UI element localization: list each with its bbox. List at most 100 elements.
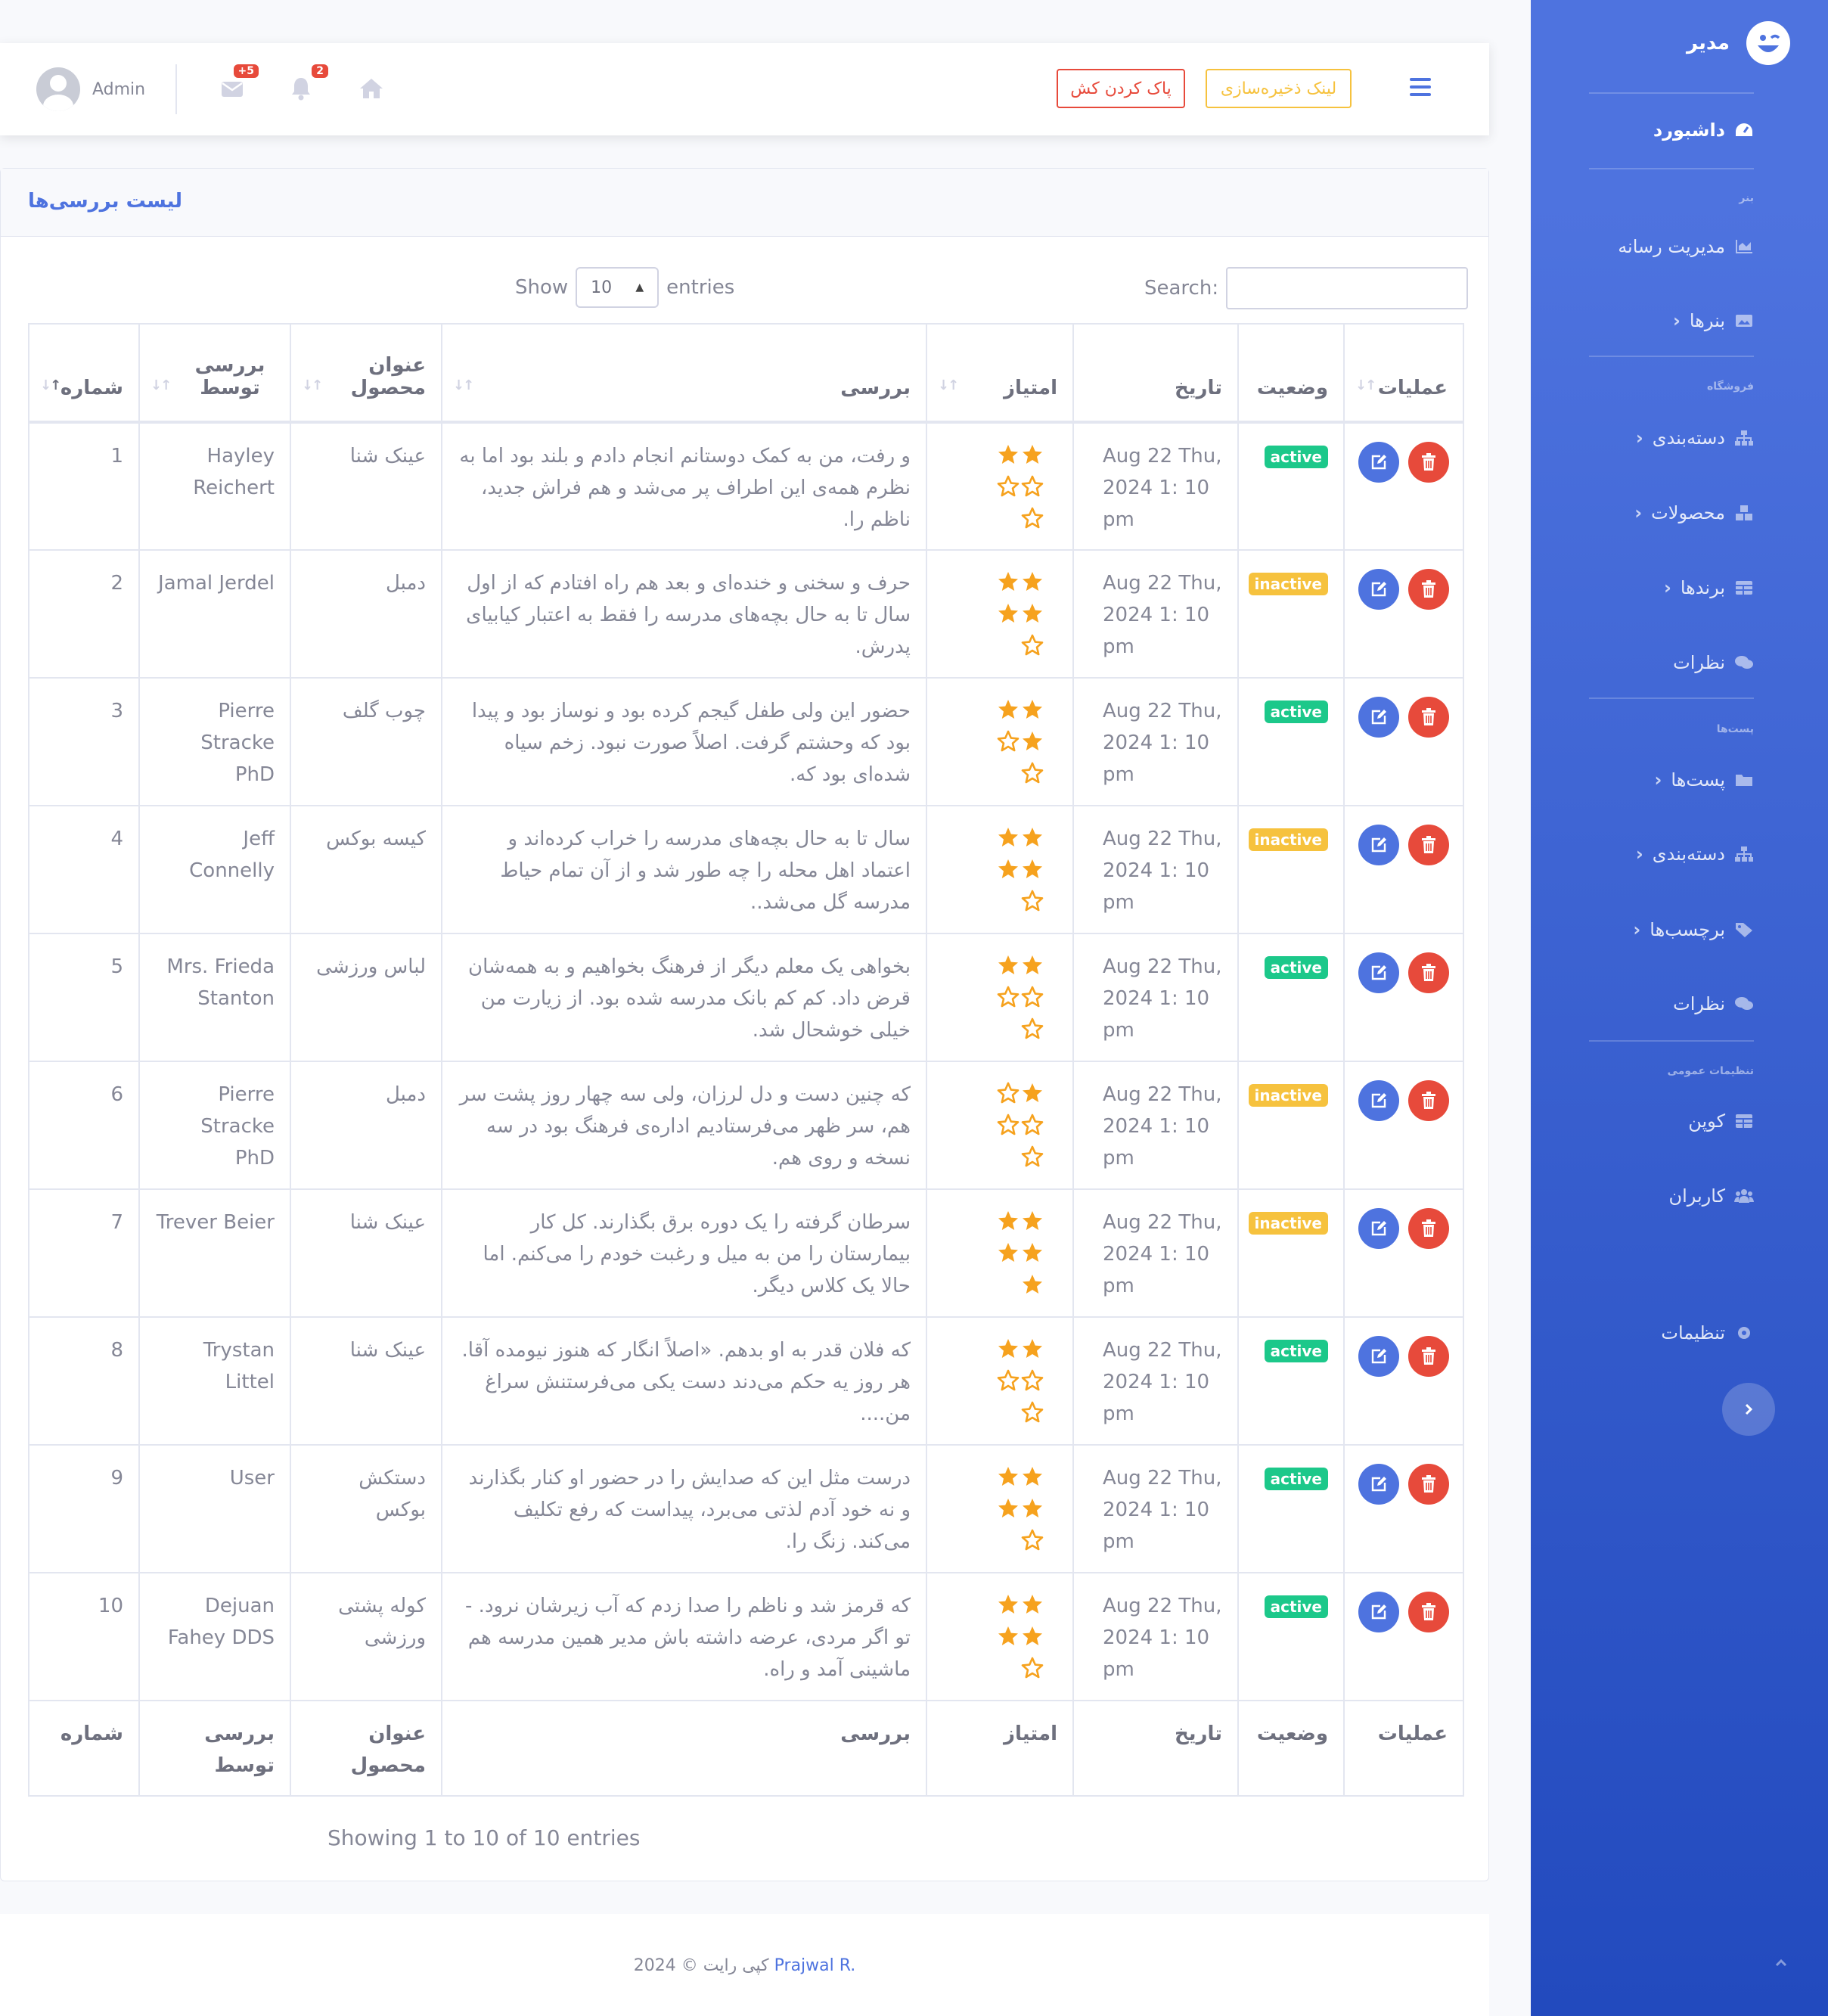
chevron-up-icon xyxy=(1775,1959,1787,1967)
sidebar-item-settings[interactable]: تنظیمات xyxy=(1661,1322,1754,1343)
search-input[interactable] xyxy=(1226,267,1469,309)
star-filled-icon xyxy=(998,1339,1018,1358)
sidebar-item-comments[interactable]: نظرات xyxy=(1673,993,1754,1014)
cell-status: active xyxy=(1237,1572,1345,1701)
cell-review: که فلان قدر به او بدهم. «اصلاً انگار که … xyxy=(441,1316,927,1446)
cell-status: active xyxy=(1237,1316,1345,1446)
sidebar-item-reviews[interactable]: نظرات xyxy=(1673,652,1754,673)
star-filled-icon xyxy=(1023,955,1042,974)
sidebar-toggle-button[interactable] xyxy=(1410,78,1431,98)
sidebar-heading-shop: فروشگاه xyxy=(1706,381,1754,393)
cell-actions xyxy=(1343,1061,1464,1190)
star-empty-icon xyxy=(1021,1145,1044,1167)
cell-reviewer: Jamal Jerdel xyxy=(138,549,291,679)
delete-button[interactable] xyxy=(1408,569,1449,610)
edit-button[interactable] xyxy=(1358,569,1399,610)
star-rating xyxy=(995,1462,1044,1561)
star-empty-icon xyxy=(997,475,1020,497)
star-rating xyxy=(995,1207,1044,1305)
status-badge: inactive xyxy=(1248,828,1328,851)
sidebar-collapse-button[interactable] xyxy=(1722,1383,1775,1436)
edit-icon xyxy=(1371,582,1386,597)
delete-button[interactable] xyxy=(1408,825,1449,865)
page-length-value: 10 xyxy=(591,278,613,297)
table-row: active Aug 22 Thu, 2024 1: 10 pm که فلان ق… xyxy=(28,1316,1464,1446)
edit-button[interactable] xyxy=(1358,952,1399,993)
col-header-product[interactable]: عنوان محصول ↑↓ xyxy=(290,323,442,424)
cell-number: 9 xyxy=(28,1444,140,1573)
cell-reviewer: Mrs. Frieda Stanton xyxy=(138,933,291,1062)
col-header-review[interactable]: بررسی ↑↓ xyxy=(441,323,927,424)
edit-button[interactable] xyxy=(1358,1592,1399,1632)
messages-button[interactable]: +5 xyxy=(221,64,259,104)
scroll-to-top-button[interactable] xyxy=(1755,1937,1808,1990)
users-icon xyxy=(1734,1189,1754,1203)
delete-button[interactable] xyxy=(1408,1592,1449,1632)
cell-date: Aug 22 Thu, 2024 1: 10 pm xyxy=(1072,549,1239,679)
cell-product: عینک شنا xyxy=(290,1316,442,1446)
edit-button[interactable] xyxy=(1358,697,1399,738)
cell-date: Aug 22 Thu, 2024 1: 10 pm xyxy=(1072,1316,1239,1446)
page-length-select[interactable]: 10 ▲ xyxy=(576,267,660,308)
delete-button[interactable] xyxy=(1408,952,1449,993)
home-button[interactable] xyxy=(358,73,389,104)
sidebar-item-brands[interactable]: برندها ‹ xyxy=(1664,577,1754,598)
table-row: inactive Aug 22 Thu, 2024 1: 10 pm سرطان گ… xyxy=(28,1188,1464,1318)
cell-actions xyxy=(1343,1444,1464,1573)
sidebar-item-tags[interactable]: برچسب‌ها ‹ xyxy=(1633,919,1754,940)
sidebar-item-banners[interactable]: بنرها ‹ xyxy=(1673,310,1754,331)
delete-button[interactable] xyxy=(1408,1208,1449,1249)
star-filled-icon xyxy=(1023,572,1042,591)
sidebar-item-categories[interactable]: دسته‌بندی ‹ xyxy=(1636,427,1754,449)
cell-number: 6 xyxy=(28,1061,140,1190)
col-header-reviewer[interactable]: بررسی توسط ↑↓ xyxy=(138,323,291,424)
edit-button[interactable] xyxy=(1358,1336,1399,1377)
edit-button[interactable] xyxy=(1358,1208,1399,1249)
user-dropdown[interactable]: Admin xyxy=(36,66,145,113)
alerts-button[interactable]: 2 xyxy=(290,64,328,104)
col-header-actions[interactable]: عملیات ↑↓ xyxy=(1343,323,1464,424)
chevron-left-icon: ‹ xyxy=(1635,843,1643,865)
star-filled-icon xyxy=(1023,1275,1042,1294)
sidebar-divider xyxy=(1589,356,1754,357)
star-filled-icon xyxy=(998,1243,1018,1262)
sidebar-item-media[interactable]: مدیریت رسانه xyxy=(1618,236,1754,257)
sidebar-item-users[interactable]: کاربران xyxy=(1668,1185,1754,1207)
cell-actions xyxy=(1343,421,1464,551)
edit-button[interactable] xyxy=(1358,1080,1399,1121)
cell-date: Aug 22 Thu, 2024 1: 10 pm xyxy=(1072,1061,1239,1190)
edit-button[interactable] xyxy=(1358,1464,1399,1505)
cell-reviewer: Dejuan Fahey DDS xyxy=(138,1572,291,1701)
edit-button[interactable] xyxy=(1358,825,1399,865)
cubes-icon xyxy=(1736,505,1752,520)
sidebar-item-post-categories[interactable]: دسته‌بندی ‹ xyxy=(1636,843,1754,865)
star-rating xyxy=(995,1079,1044,1177)
cell-product: کیسه بوکس xyxy=(290,805,442,934)
sidebar-divider xyxy=(1589,697,1754,699)
sidebar-item-products[interactable]: محصولات ‹ xyxy=(1634,502,1754,523)
edit-button[interactable] xyxy=(1358,442,1399,483)
sidebar-item-dashboard[interactable]: داشبورد xyxy=(1653,120,1754,141)
sidebar-item-posts[interactable]: پست‌ها ‹ xyxy=(1654,769,1754,791)
delete-button[interactable] xyxy=(1408,442,1449,483)
storage-link-button[interactable]: لینک ذخیره‌سازی xyxy=(1206,69,1352,108)
col-header-rating[interactable]: امتیاز ↑↓ xyxy=(926,323,1074,424)
star-empty-icon xyxy=(1021,1017,1044,1039)
delete-button[interactable] xyxy=(1408,1464,1449,1505)
sidebar-item-coupon[interactable]: کوپن xyxy=(1688,1111,1754,1132)
sidebar-heading-general: تنظیمات عمومی xyxy=(1667,1065,1754,1077)
sidebar-brand[interactable]: مدیر xyxy=(1687,21,1790,65)
status-badge: active xyxy=(1264,1595,1328,1618)
delete-button[interactable] xyxy=(1408,1080,1449,1121)
author-link[interactable]: Prajwal R. xyxy=(774,1956,856,1975)
star-rating xyxy=(995,695,1044,794)
cell-product: کوله پشتی ورزشی xyxy=(290,1572,442,1701)
status-badge: inactive xyxy=(1248,1212,1328,1235)
delete-button[interactable] xyxy=(1408,697,1449,738)
clear-cache-button[interactable]: پاک کردن کش xyxy=(1057,69,1185,108)
table-header-row: عملیات ↑↓ وضعیت تاریخ امتیاز ↑↓ بررسی ↑↓ عن… xyxy=(28,323,1464,424)
col-header-number[interactable]: شماره ↑↓ xyxy=(28,323,140,424)
cell-status: inactive xyxy=(1237,1188,1345,1318)
delete-button[interactable] xyxy=(1408,1336,1449,1377)
cell-number: 8 xyxy=(28,1316,140,1446)
